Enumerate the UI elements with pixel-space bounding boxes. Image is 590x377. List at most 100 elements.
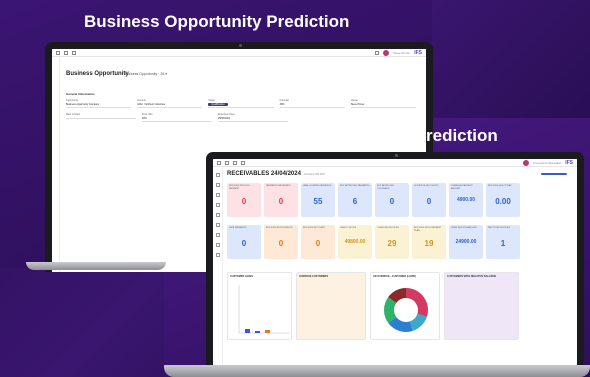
- kpi-card[interactable]: NOT APPROVED VOUCHERS 0: [375, 183, 409, 217]
- kpi-card[interactable]: INVOICES WITH NO PAYMENT 0: [227, 183, 261, 217]
- field-value[interactable]: Business opportunity Company: [66, 102, 132, 108]
- avatar[interactable]: [522, 159, 529, 166]
- laptop-customer-payment: Commerce Specialist IFS RECEIVABLES 24/0…: [206, 152, 584, 374]
- kpi-value: 4900.00: [456, 197, 476, 203]
- nav-icon[interactable]: [215, 243, 220, 247]
- kpi-label: OVERDUE INVOICES: [377, 227, 399, 229]
- page-title: Business Opportunity: [66, 71, 129, 77]
- range-slider[interactable]: [541, 173, 567, 175]
- kpi-value: 55: [313, 197, 323, 206]
- menu-icon[interactable]: [217, 160, 221, 165]
- grid-icon[interactable]: [64, 50, 68, 55]
- field-value[interactable]: 30%: [279, 102, 345, 108]
- back-icon[interactable]: [233, 160, 237, 165]
- field: Opportunity Business opportunity Company: [66, 99, 132, 108]
- kpi-value: 0: [278, 239, 284, 248]
- refresh-icon[interactable]: [241, 160, 245, 165]
- field: Stage Qualification: [208, 99, 274, 108]
- date-range-control[interactable]: [541, 173, 567, 175]
- top-toolbar: Steve Pinner IFS: [52, 49, 426, 57]
- kpi-card[interactable]: OVERDUE PAYMENT AMOUNT 4900.00: [449, 183, 483, 217]
- brand-logo: IFS: [565, 159, 573, 166]
- kpi-label: INVOICES DUE TODAY: [488, 185, 512, 187]
- left-sidebar: [213, 167, 223, 374]
- kpi-card[interactable]: NOT APPROVED PAYMENTS 6: [338, 183, 372, 217]
- left-sidebar: [52, 57, 60, 272]
- camera-dot: [239, 44, 242, 47]
- section-title: General Information: [66, 92, 95, 96]
- kpi-label: NOT APPROVED VOUCHERS: [377, 185, 395, 190]
- avatar[interactable]: [383, 49, 390, 56]
- kpi-value: 0: [278, 197, 284, 206]
- nav-icon[interactable]: [215, 253, 220, 257]
- panel-negative-balance: CUSTOMERS WITH NEGATIVE BALANCE: [444, 272, 519, 340]
- kpi-value: 49800.00: [344, 239, 366, 245]
- laptop-base-right: [164, 365, 590, 377]
- panel-customer-aging: CUSTOMER AGING: [227, 272, 292, 340]
- donut-segment[interactable]: [406, 288, 428, 317]
- kpi-card[interactable]: INVOICES NOT SENT 0: [301, 225, 335, 259]
- nav-icon[interactable]: [215, 183, 220, 187]
- nav-icon[interactable]: [215, 193, 220, 197]
- donut-segment[interactable]: [409, 313, 427, 331]
- nav-icon[interactable]: [215, 223, 220, 227]
- bell-icon[interactable]: [375, 50, 380, 55]
- nav-icon[interactable]: [215, 173, 220, 177]
- field-value[interactable]: Qualification: [208, 102, 274, 108]
- top-toolbar: Commerce Specialist IFS: [213, 159, 577, 167]
- menu-icon[interactable]: [56, 50, 60, 55]
- field-value[interactable]: 62%: [142, 116, 212, 122]
- nav-icon[interactable]: [215, 203, 220, 207]
- kpi-card[interactable]: OVERDUE INVOICES 29: [375, 225, 409, 259]
- nav-icon[interactable]: [215, 213, 220, 217]
- user-name: Commerce Specialist: [532, 160, 562, 165]
- field: Main Contact: [66, 113, 136, 122]
- kpi-label: OPEN INVOICE AMOUNT: [451, 227, 477, 229]
- camera-dot: [395, 154, 398, 157]
- record-selector[interactable]: Business Opportunity · 26 ▾: [124, 72, 167, 76]
- kpi-card[interactable]: INVOICES DUE TODAY 0.00: [486, 183, 520, 217]
- kpi-card[interactable]: UNALLOCATED PAYMENTS 55: [301, 183, 335, 217]
- kpi-value: 0: [389, 197, 395, 206]
- kpi-label: LATE PAYMENTS: [229, 227, 247, 229]
- kpi-label: NOT APPROVED PAYMENTS: [340, 185, 370, 187]
- kpi-card[interactable]: CREDIT NOTES 49800.00: [338, 225, 372, 259]
- field-value[interactable]: 1002 · Northern Industries: [137, 102, 203, 108]
- field-value[interactable]: 25/05/2024: [218, 116, 288, 122]
- kpi-label: UNALLOCATED PAYMENTS: [303, 185, 332, 187]
- field: Expected Close 25/05/2024: [218, 113, 288, 122]
- kpi-label: INVOICES NOT SENT: [303, 227, 326, 229]
- kpi-label: INVOICES WITH DISPUTE: [266, 227, 293, 229]
- kpi-card[interactable]: INVOICES WITH DISPUTE 0: [264, 225, 298, 259]
- kpi-value: 0.00: [495, 197, 511, 206]
- kpi-value: 24900.00: [455, 239, 477, 245]
- panel-overdue-customers: OVERDUE CUSTOMERS: [296, 272, 366, 340]
- kpi-card[interactable]: NEXT DUE INVOICES 1: [486, 225, 520, 259]
- kpi-label: DOUBTFUL ACCOUNTS: [414, 185, 439, 187]
- heading-business-opportunity: Business Opportunity Prediction: [84, 12, 350, 31]
- kpi-card[interactable]: INVOICES WITH PAYMENT PLAN 19: [412, 225, 446, 259]
- kpi-label: INVOICES WITH PAYMENT PLAN: [414, 227, 442, 232]
- laptop-base-left: [26, 262, 166, 270]
- field-value[interactable]: Steve Pinner: [350, 102, 417, 108]
- kpi-label: PAYMENTS REVERSED: [266, 185, 291, 187]
- kpi-label: OVERDUE PAYMENT AMOUNT: [451, 185, 473, 190]
- grid-icon[interactable]: [225, 160, 229, 165]
- kpi-value: 0: [241, 197, 247, 206]
- kpi-card[interactable]: OPEN INVOICE AMOUNT 24900.00: [449, 225, 483, 259]
- nav-icon[interactable]: [215, 233, 220, 237]
- field-grid: Opportunity Business opportunity Company …: [66, 99, 417, 127]
- ar-overdue-donut: [384, 288, 428, 332]
- field-value[interactable]: [66, 116, 136, 119]
- aging-chart: [238, 285, 289, 334]
- page-title: RECEIVABLES 24/04/2024 Company IFS APP: [227, 171, 325, 177]
- heading-customer-payment: Customer Payment Prediction: [255, 126, 498, 145]
- kpi-value: 29: [387, 239, 397, 248]
- kpi-card[interactable]: LATE PAYMENTS 0: [227, 225, 261, 259]
- brand-logo: IFS: [414, 49, 422, 56]
- home-icon[interactable]: [72, 50, 76, 55]
- kpi-card[interactable]: PAYMENTS REVERSED 0: [264, 183, 298, 217]
- kpi-card[interactable]: DOUBTFUL ACCOUNTS 0: [412, 183, 446, 217]
- kpi-value: 0: [241, 239, 247, 248]
- kpi-value: 19: [424, 239, 434, 248]
